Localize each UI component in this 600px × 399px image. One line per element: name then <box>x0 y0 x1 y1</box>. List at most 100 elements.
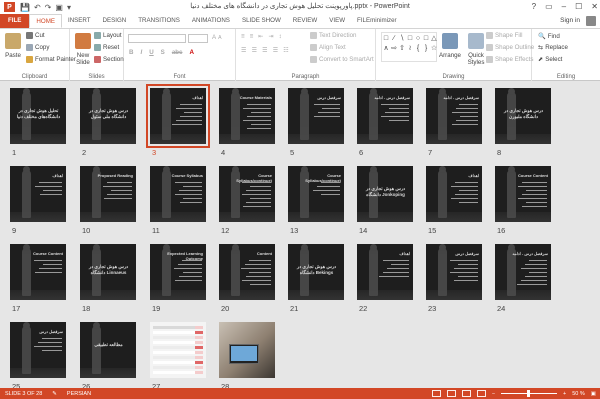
avatar[interactable] <box>586 16 596 26</box>
paste-icon[interactable] <box>5 33 21 49</box>
fit-slide-icon[interactable]: ▣ <box>591 391 596 397</box>
slide-thumbnail[interactable]: اهداف <box>10 166 66 222</box>
slide-thumbnail[interactable]: Expected Learning Outcome <box>150 244 206 300</box>
cut-button[interactable]: Cut <box>26 32 45 39</box>
slide-thumbnail[interactable]: Course Syllabus <box>150 166 206 222</box>
close-icon[interactable]: ✕ <box>591 0 598 14</box>
help-icon[interactable]: ? <box>532 0 536 14</box>
line-spacing-icon[interactable]: ↕ <box>279 33 282 40</box>
slide-thumbnail[interactable]: سرفصل درس <box>426 244 482 300</box>
slide-thumbnail[interactable]: درس هوش تجاری در دانشگاه Linnaeus <box>80 244 136 300</box>
tab-transitions[interactable]: TRANSITIONS <box>132 14 186 28</box>
line-shape-icon[interactable]: ∕ <box>390 33 398 43</box>
normal-view-icon[interactable] <box>431 390 441 397</box>
quick-styles-button[interactable]: Quick <box>464 52 488 59</box>
slide-thumbnail[interactable]: اهداف <box>146 84 210 148</box>
quick-styles-button-line2[interactable]: Styles <box>464 59 488 66</box>
oval-shape-icon[interactable]: ○ <box>414 33 422 43</box>
section-button[interactable]: Section <box>94 56 124 63</box>
convert-smartart-button[interactable]: Convert to SmartArt <box>310 56 374 63</box>
slide-sorter-view-icon[interactable] <box>446 390 456 397</box>
slide-thumbnail[interactable]: درس هوش تجاری در دانشگاه ملبورن <box>495 88 551 144</box>
new-slide-icon[interactable] <box>75 33 91 49</box>
format-painter-button[interactable]: Format Painter <box>26 56 76 63</box>
rect-shape-icon[interactable]: □ <box>422 33 430 43</box>
shape-effects-button[interactable]: Shape Effects <box>486 56 533 63</box>
zoom-in-icon[interactable]: + <box>563 391 566 397</box>
tab-view[interactable]: VIEW <box>323 14 351 28</box>
rect-shape-icon[interactable]: □ <box>406 33 414 43</box>
numbering-icon[interactable]: ≡ <box>250 33 254 40</box>
minimize-icon[interactable]: – <box>562 0 566 14</box>
underline-icon[interactable]: U <box>149 49 153 56</box>
slide-thumbnail[interactable] <box>219 322 275 378</box>
shape-fill-button[interactable]: Shape Fill <box>486 32 523 39</box>
align-center-icon[interactable]: ☰ <box>252 47 258 54</box>
reading-view-icon[interactable] <box>461 390 471 397</box>
triangle-shape-icon[interactable]: △ <box>430 33 438 43</box>
zoom-out-icon[interactable]: − <box>492 391 495 397</box>
slide-thumbnail[interactable]: مطالعه تطبیقی <box>80 322 136 378</box>
slide-thumbnail[interactable]: سرفصل درس <box>10 322 66 378</box>
textbox-shape-icon[interactable]: □ <box>382 33 390 43</box>
maximize-icon[interactable]: ☐ <box>575 0 582 14</box>
slide-thumbnail[interactable]: سرفصل درس - ادامه <box>357 88 413 144</box>
slide-thumbnail[interactable]: Content <box>219 244 275 300</box>
font-color-icon[interactable]: A <box>189 49 193 56</box>
font-size-field[interactable] <box>188 34 208 43</box>
tab-file[interactable]: FILE <box>0 14 30 28</box>
decrease-indent-icon[interactable]: ⇤ <box>258 33 263 40</box>
slide-thumbnail[interactable]: درس هوش تجاری در دانشگاه ملی سئول <box>80 88 136 144</box>
slide-thumbnail[interactable]: تحلیل هوش تجاری در دانشگاه‌های مختلف دنی… <box>10 88 66 144</box>
align-text-button[interactable]: Align Text <box>310 44 346 51</box>
shadow-icon[interactable]: S <box>161 49 165 56</box>
undo-icon[interactable]: ↶ <box>34 3 41 12</box>
italic-icon[interactable]: I <box>140 49 142 56</box>
brace-shape-icon[interactable]: } <box>422 43 430 53</box>
ribbon-display-icon[interactable]: ▭ <box>545 0 553 14</box>
slide-thumbnail[interactable]: اهداف <box>357 244 413 300</box>
new-slide-button[interactable]: New <box>72 52 94 59</box>
new-slide-button-line2[interactable]: Slide <box>72 59 94 66</box>
text-direction-button[interactable]: Text Direction <box>310 32 356 39</box>
slide-thumbnail[interactable]: درس هوش تجاری در دانشگاه Jonkoping <box>357 166 413 222</box>
columns-icon[interactable]: ☷ <box>283 47 289 54</box>
arrow-shape-icon[interactable]: ⇨ <box>390 43 398 53</box>
tab-insert[interactable]: INSERT <box>62 14 97 28</box>
curve-shape-icon[interactable]: ≀ <box>406 43 414 53</box>
slide-thumbnail[interactable]: Course Content <box>10 244 66 300</box>
tab-slide-show[interactable]: SLIDE SHOW <box>236 14 287 28</box>
font-name-field[interactable] <box>128 34 186 43</box>
strikethrough-icon[interactable]: abc <box>172 49 183 56</box>
save-icon[interactable]: 💾 <box>20 3 30 12</box>
redo-icon[interactable]: ↷ <box>45 3 52 12</box>
slide-thumbnail[interactable]: Course Syllabus(continue) <box>219 166 275 222</box>
align-left-icon[interactable]: ☰ <box>241 47 247 54</box>
copy-button[interactable]: Copy <box>26 44 49 51</box>
slide-thumbnail[interactable]: اهداف <box>426 166 482 222</box>
slide-thumbnail[interactable]: درس هوش تجاری در دانشگاه Bekings <box>288 244 344 300</box>
paste-button[interactable]: Paste <box>2 52 24 59</box>
shapes-gallery[interactable]: □ ∕ ∖ □ ○ □ △ ∧ ⇨ ⇧ ≀{} ☆ <box>381 32 437 62</box>
shape-outline-button[interactable]: Shape Outline <box>486 44 534 51</box>
layout-button[interactable]: Layout <box>94 32 122 39</box>
line-shape-icon[interactable]: ∧ <box>382 43 390 53</box>
bold-icon[interactable]: B <box>129 49 133 56</box>
slide-thumbnail[interactable]: Course Content <box>495 166 551 222</box>
arrange-icon[interactable] <box>442 33 458 49</box>
grow-font-icon[interactable]: AA <box>212 34 222 41</box>
zoom-level[interactable]: 50 % <box>572 391 585 397</box>
find-button[interactable]: 🔍 Find <box>538 32 560 41</box>
increase-indent-icon[interactable]: ⇥ <box>268 33 273 40</box>
reset-button[interactable]: Reset <box>94 44 119 51</box>
slide-count-status[interactable]: SLIDE 3 OF 28 <box>5 391 42 397</box>
slide-thumbnail[interactable]: سرفصل درس <box>288 88 344 144</box>
brace-shape-icon[interactable]: { <box>414 43 422 53</box>
bullets-icon[interactable]: ≡ <box>241 33 245 40</box>
tab-animations[interactable]: ANIMATIONS <box>186 14 236 28</box>
line-shape-icon[interactable]: ∖ <box>398 33 406 43</box>
align-right-icon[interactable]: ☰ <box>262 47 268 54</box>
arrange-button[interactable]: Arrange <box>436 52 464 59</box>
tab-design[interactable]: DESIGN <box>97 14 133 28</box>
justify-icon[interactable]: ☰ <box>273 47 279 54</box>
